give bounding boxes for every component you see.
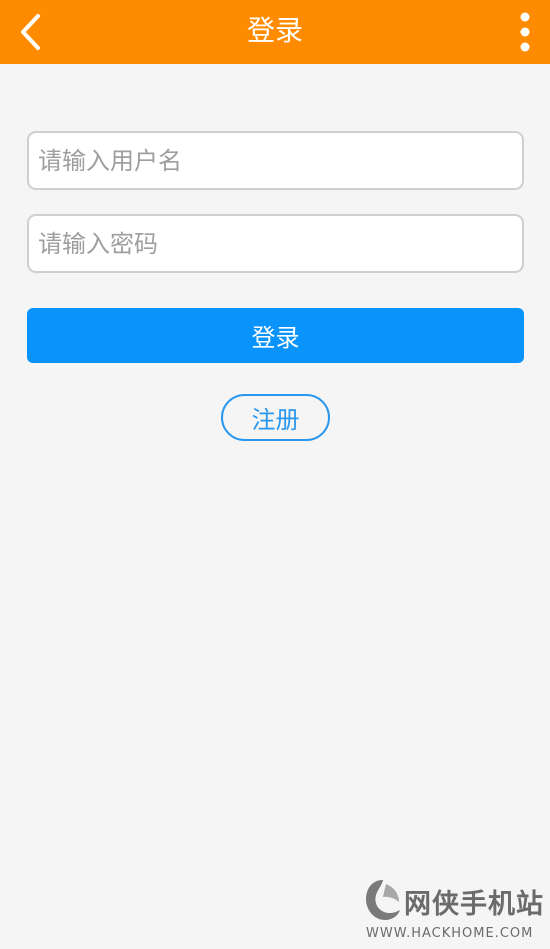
chevron-left-icon: [21, 14, 40, 50]
more-vertical-icon: [520, 12, 530, 52]
login-button[interactable]: 登录: [27, 308, 524, 363]
hackhome-logo-icon: [366, 880, 400, 920]
back-button[interactable]: [10, 8, 50, 56]
more-options-button[interactable]: [510, 8, 540, 56]
watermark-url: WWW.HACKHOME.COM: [366, 926, 534, 941]
watermark-name: 网侠手机站: [404, 889, 544, 920]
password-input[interactable]: [27, 214, 524, 273]
watermark: 网侠手机站 WWW.HACKHOME.COM: [362, 878, 544, 944]
username-input[interactable]: [27, 131, 524, 190]
register-button[interactable]: 注册: [221, 394, 330, 441]
app-bar: 登录: [0, 0, 550, 64]
page-title: 登录: [246, 14, 303, 47]
